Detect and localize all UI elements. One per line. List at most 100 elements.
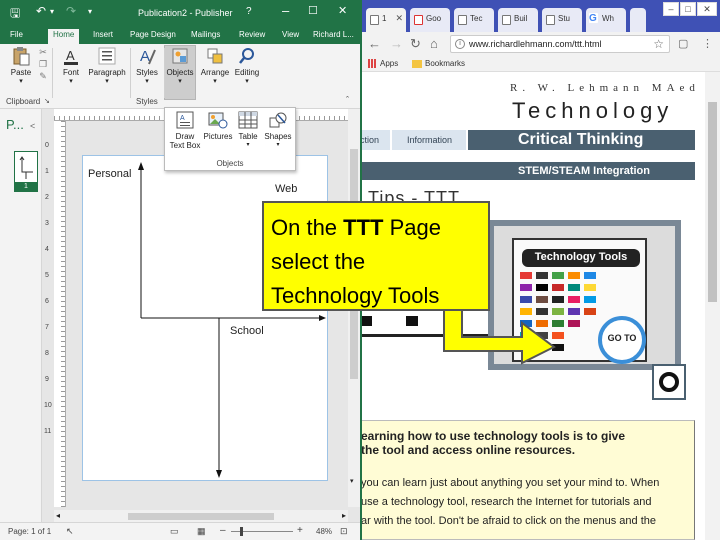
horizontal-scroll-thumb[interactable]	[128, 513, 274, 520]
page-navigation-pane: P... < 1	[0, 109, 42, 522]
pages-pane-title[interactable]: P...	[6, 117, 24, 132]
close-tab-icon[interactable]: ✕	[395, 13, 403, 24]
page-indicator[interactable]: Page: 1 of 1	[8, 527, 51, 536]
table-button[interactable]: Table ▾	[235, 111, 261, 150]
chrome-tab[interactable]: Stu	[542, 8, 582, 32]
styles-group-label: Styles	[136, 97, 158, 106]
maximize-icon[interactable]: □	[680, 2, 696, 16]
chrome-tab[interactable]: Tec	[454, 8, 494, 32]
font-button[interactable]: A Font ▾	[58, 46, 84, 85]
label-personal[interactable]: Personal	[88, 168, 131, 180]
svg-text:A: A	[66, 48, 75, 63]
collapse-pane-icon[interactable]: <	[30, 121, 35, 131]
editing-button[interactable]: Editing ▾	[232, 46, 262, 85]
new-tab-button[interactable]	[630, 8, 646, 32]
tab-file[interactable]: File	[10, 29, 23, 44]
back-icon[interactable]: ←	[368, 36, 381, 51]
arrange-button[interactable]: Arrange ▾	[198, 46, 232, 85]
apps-shortcut[interactable]: Apps	[368, 59, 398, 69]
redo-icon[interactable]: ↷	[66, 4, 76, 18]
bookmark-star-icon[interactable]: ☆	[653, 37, 664, 51]
ruler-number: 8	[45, 350, 49, 357]
shapes-button[interactable]: Shapes ▾	[263, 111, 293, 150]
chrome-tab[interactable]: Goo	[410, 8, 450, 32]
google-icon: G	[589, 13, 598, 24]
info-icon[interactable]: i	[455, 39, 465, 49]
callout-text: select the	[271, 249, 366, 274]
zoom-slider-thumb[interactable]	[240, 527, 243, 536]
two-page-view-icon[interactable]: ▦	[197, 526, 206, 537]
tab-home[interactable]: Home	[48, 29, 80, 44]
save-icon[interactable]: 🖫	[10, 4, 20, 25]
minimize-icon[interactable]: –	[282, 3, 289, 18]
group-divider	[130, 48, 131, 98]
nav-tab-partial[interactable]: ction	[360, 130, 390, 150]
customize-qat-icon[interactable]: ▾	[88, 7, 92, 16]
paste-button[interactable]: Paste ▾	[6, 46, 36, 85]
zoom-out-icon[interactable]: –	[220, 525, 226, 536]
nav-tab-information[interactable]: Information	[392, 130, 466, 150]
page-scroll-thumb[interactable]	[708, 102, 717, 302]
panel-line: the tool and access online resources.	[361, 443, 576, 457]
paragraph-button[interactable]: Paragraph ▾	[86, 46, 128, 85]
label-school[interactable]: School	[230, 325, 264, 337]
chrome-tab-active[interactable]: 1 ✕	[366, 8, 406, 32]
undo-dropdown-icon[interactable]: ▾	[50, 7, 54, 16]
ring-badge	[652, 364, 686, 400]
close-icon[interactable]: ✕	[697, 2, 717, 16]
cut-icon[interactable]: ✂	[36, 46, 50, 58]
tab-page-design[interactable]: Page Design	[130, 29, 176, 44]
page-thumbnail-number: 1	[14, 183, 38, 192]
draw-text-box-button[interactable]: A Draw Text Box	[169, 111, 201, 150]
pictures-icon	[208, 112, 228, 129]
tab-insert[interactable]: Insert	[93, 29, 113, 44]
page-thumbnail[interactable]	[14, 151, 38, 183]
arrange-icon	[207, 48, 223, 64]
chrome-tab[interactable]: G Wh	[586, 8, 626, 32]
pictures-button[interactable]: Pictures	[201, 111, 235, 141]
format-painter-icon[interactable]: ✎	[36, 70, 50, 82]
scroll-right-icon[interactable]: ▸	[342, 511, 346, 520]
fit-page-icon[interactable]: ⊡	[340, 526, 348, 537]
bookmarks-folder[interactable]: Bookmarks	[412, 59, 465, 68]
goto-button[interactable]: GO TO	[598, 316, 646, 364]
tab-review[interactable]: Review	[239, 29, 265, 44]
objects-button-content[interactable]: Objects ▾	[164, 46, 196, 85]
callout-bold-text: TTT	[343, 215, 384, 240]
scroll-left-icon[interactable]: ◂	[56, 511, 60, 520]
horizontal-scrollbar[interactable]: ◂ ▸	[54, 510, 348, 522]
copy-icon[interactable]: ❐	[36, 58, 50, 70]
tab-mailings[interactable]: Mailings	[191, 29, 220, 44]
menu-icon[interactable]: ⋮	[702, 37, 713, 50]
collapse-ribbon-icon[interactable]: ˆ	[346, 95, 349, 105]
maximize-icon[interactable]: ☐	[308, 4, 318, 17]
styles-button[interactable]: A Styles ▾	[132, 46, 162, 85]
clipboard-launcher-icon[interactable]: ↘	[44, 97, 50, 105]
minimize-icon[interactable]: –	[663, 2, 679, 16]
label-web[interactable]: Web	[275, 183, 297, 195]
forward-icon[interactable]: →	[390, 36, 403, 51]
extension-icon[interactable]: ▢	[678, 37, 688, 50]
shapes-icon	[269, 112, 287, 128]
account-name[interactable]: Richard L...	[313, 29, 354, 44]
address-bar[interactable]: i www.richardlehmann.com/ttt.html ☆	[450, 35, 670, 53]
callout-text: Page	[383, 215, 441, 240]
tab-view[interactable]: View	[282, 29, 299, 44]
editing-label: Editing	[234, 68, 260, 77]
chrome-tab[interactable]: Buil	[498, 8, 538, 32]
ruler-number: 0	[45, 142, 49, 149]
home-icon[interactable]: ⌂	[430, 36, 438, 51]
shapes-label: Shapes	[264, 132, 292, 141]
ribbon: Paste ▾ ✂ ❐ ✎ A Font ▾ Paragraph ▾ A Sty…	[0, 44, 360, 109]
undo-icon[interactable]: ↶	[36, 4, 46, 18]
close-icon[interactable]: ✕	[338, 4, 347, 17]
panel-line: you can learn just about anything you se…	[361, 477, 660, 489]
reload-icon[interactable]: ↻	[410, 36, 421, 52]
single-page-view-icon[interactable]: ▭	[170, 526, 179, 537]
page-scrollbar[interactable]	[705, 72, 720, 540]
zoom-in-icon[interactable]: +	[297, 525, 303, 536]
zoom-level[interactable]: 48%	[316, 527, 332, 536]
scroll-down-icon[interactable]: ▾	[350, 477, 354, 485]
help-icon[interactable]: ?	[246, 6, 252, 17]
draw-text-box-label-2: Text Box	[169, 141, 201, 150]
